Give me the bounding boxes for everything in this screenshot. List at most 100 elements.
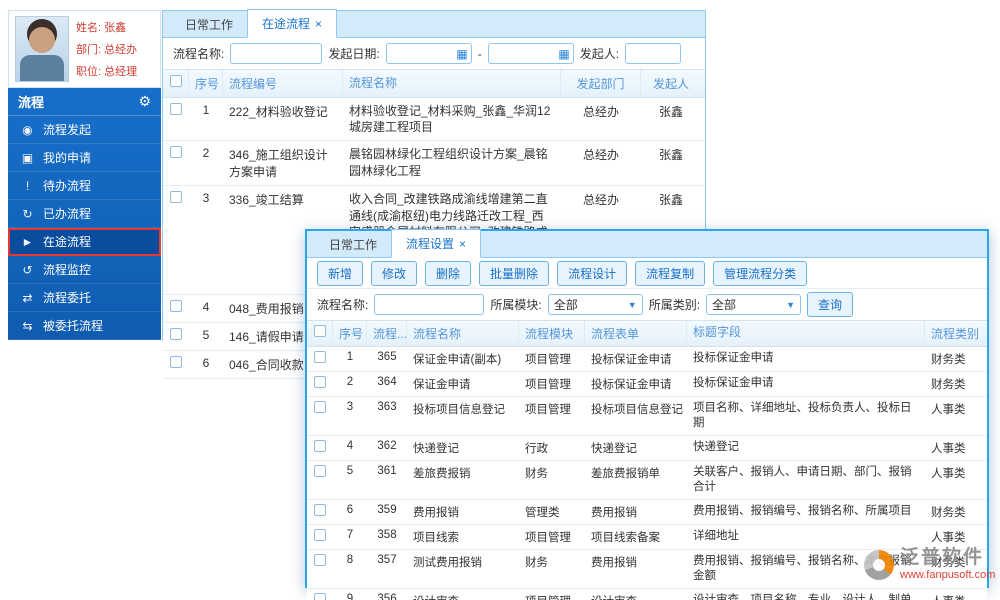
cell-title-field: 关联客户、报销人、申请日期、部门、报销合计	[693, 465, 912, 493]
toolbar-button[interactable]: 管理流程分类	[713, 260, 808, 286]
cell-form: 费用报销	[591, 556, 637, 569]
sidebar-item[interactable]: ► 在途流程	[8, 228, 161, 256]
sidebar-item[interactable]: ! 待办流程	[8, 172, 161, 200]
row-checkbox[interactable]	[314, 503, 326, 516]
toolbar-button[interactable]: 新增	[317, 260, 364, 286]
select-all-checkbox[interactable]	[169, 75, 182, 87]
cell-process-id: 356	[377, 592, 397, 600]
row-checkbox[interactable]	[170, 327, 182, 340]
row-checkbox[interactable]	[314, 592, 326, 600]
cell-name: 费用报销	[413, 506, 459, 519]
col-no: 序号	[189, 70, 223, 97]
cell-process-id: 365	[377, 351, 397, 363]
menu-item-icon: ⇆	[22, 318, 33, 333]
cell-no: 3	[346, 401, 354, 413]
window2-tabbar: 日常工作× 流程设置 ×	[307, 229, 987, 258]
row-checkbox[interactable]	[314, 528, 326, 541]
close-icon[interactable]: ×	[315, 17, 322, 31]
toolbar-button[interactable]: 批量删除	[479, 260, 550, 286]
tab-label: 日常工作	[185, 18, 234, 32]
fanpu-logo-icon	[864, 549, 894, 580]
sidebar-item[interactable]: ▣ 我的申请	[8, 144, 161, 172]
row-checkbox[interactable]	[170, 299, 182, 312]
sidebar-item[interactable]: ⇆ 被委托流程	[8, 312, 161, 340]
brand-text: 泛普软件 www.fanpusoft.com	[900, 548, 995, 581]
table-row[interactable]: 1 365 保证金申请(副本) 项目管理 投标保证金申请 投标保证金申请 财务类	[307, 347, 987, 372]
cell-no: 1	[202, 103, 210, 117]
sidebar: 姓名: 张鑫 部门: 总经办 职位: 总经理 流程 ⚙ ◉ 流程发起 ▣ 我的申…	[8, 10, 161, 340]
window2-toolbar: 新增 修改 删除 批量删除 流程设计 流程复制 管理流程分类	[307, 258, 987, 289]
cell-name: 保证金申请(副本)	[413, 354, 502, 366]
table-row[interactable]: 2 346_施工组织设计方案申请 晨铭园林绿化工程组织设计方案_晨铭园林绿化工程…	[163, 141, 705, 187]
row-checkbox[interactable]	[314, 376, 326, 388]
start-date-input[interactable]: ▦	[385, 43, 472, 64]
initiator-label: 发起人:	[579, 47, 620, 61]
row-checkbox[interactable]	[314, 553, 326, 566]
calendar-icon[interactable]: ▦	[456, 47, 467, 61]
brand-watermark: 泛普软件 www.fanpusoft.com	[864, 548, 995, 581]
select-all-checkbox[interactable]	[313, 325, 326, 337]
toolbar-button[interactable]: 流程设计	[557, 260, 628, 286]
cell-category: 人事类	[931, 467, 966, 480]
row-checkbox[interactable]	[314, 439, 326, 452]
end-date-input[interactable]: ▦	[487, 43, 574, 64]
toolbar-button[interactable]: 流程复制	[635, 260, 706, 286]
sidebar-menu: ◉ 流程发起 ▣ 我的申请 ! 待办流程 ↻ 已办流程 ► 在途流程 ↺ 流程监…	[8, 116, 161, 340]
cell-title-field: 项目名称、详细地址、投标负责人、投标日期	[693, 402, 912, 429]
window1-filterbar: 流程名称: 发起日期: ▦ - ▦ 发起人:	[163, 38, 705, 70]
sidebar-header: 流程 ⚙	[8, 88, 161, 116]
user-avatar	[15, 16, 69, 82]
tab-label: 流程设置	[406, 237, 455, 251]
toolbar-button[interactable]: 修改	[371, 260, 418, 286]
col-code: 流程编号	[223, 70, 343, 97]
row-checkbox[interactable]	[170, 355, 182, 368]
module-select[interactable]: 全部 ▼	[547, 294, 643, 315]
search-button[interactable]: 查询	[807, 292, 854, 317]
table-row[interactable]: 9 356 设计审查 项目管理 设计审查 设计审查、项目名称、专业、设计人、制单…	[307, 588, 987, 600]
process-name-label: 流程名称:	[317, 298, 369, 312]
cell-form: 投标保证金申请	[591, 379, 672, 391]
menu-item-label: 待办流程	[43, 179, 92, 193]
initiator-input[interactable]	[625, 43, 682, 64]
tab[interactable]: 流程设置 ×	[391, 229, 482, 258]
process-name-input[interactable]	[374, 294, 485, 315]
process-name-input[interactable]	[230, 43, 323, 64]
table-row[interactable]: 7 358 项目线索 项目管理 项目线索备案 详细地址 人事类	[307, 524, 987, 550]
start-date-label: 发起日期:	[328, 47, 380, 61]
table-row[interactable]: 2 364 保证金申请 项目管理 投标保证金申请 投标保证金申请 财务类	[307, 372, 987, 397]
close-icon[interactable]: ×	[459, 237, 466, 251]
table-row[interactable]: 6 359 费用报销 管理类 费用报销 费用报销、报销编号、报销名称、所属项目 …	[307, 499, 987, 525]
menu-item-label: 我的申请	[43, 151, 92, 165]
row-checkbox[interactable]	[314, 464, 326, 477]
sidebar-item[interactable]: ◉ 流程发起	[8, 116, 161, 144]
table-row[interactable]: 3 363 投标项目信息登记 项目管理 投标项目信息登记 项目名称、详细地址、投…	[307, 397, 987, 436]
row-checkbox[interactable]	[170, 146, 182, 159]
window2-filterbar: 流程名称: 所属模块: 全部 ▼ 所属类别: 全部 ▼ 查询	[307, 289, 987, 321]
row-checkbox[interactable]	[314, 401, 326, 413]
tab[interactable]: 日常工作×	[315, 231, 391, 258]
sidebar-item[interactable]: ⇄ 流程委托	[8, 284, 161, 312]
tab[interactable]: 在途流程 ×	[247, 9, 338, 38]
sidebar-item[interactable]: ↺ 流程监控	[8, 256, 161, 284]
category-select[interactable]: 全部 ▼	[706, 294, 802, 315]
toolbar-button[interactable]: 删除	[425, 260, 472, 286]
table-row[interactable]: 1 222_材料验收登记 材料验收登记_材料采购_张鑫_华润12城房建工程项目 …	[163, 98, 705, 142]
row-checkbox[interactable]	[314, 351, 326, 363]
tab[interactable]: 日常工作×	[171, 11, 247, 38]
cell-category: 人事类	[925, 589, 985, 600]
calendar-icon[interactable]: ▦	[558, 47, 569, 61]
table-row[interactable]: 4 362 快递登记 行政 快递登记 快递登记 人事类	[307, 435, 987, 461]
row-checkbox[interactable]	[170, 191, 182, 204]
brand-name: 泛普软件	[900, 547, 985, 568]
row-checkbox[interactable]	[170, 103, 182, 115]
table-row[interactable]: 5 361 差旅费报销 财务 差旅费报销单 关联客户、报销人、申请日期、部门、报…	[307, 460, 987, 500]
cell-no: 6	[346, 503, 354, 516]
window1-table-header: 序号 流程编号 流程名称 发起部门 发起人	[163, 70, 705, 98]
cell-process-id: 359	[377, 503, 397, 516]
cell-name: 保证金申请	[413, 379, 471, 391]
sidebar-item[interactable]: ↻ 已办流程	[8, 200, 161, 228]
cell-name: 测试费用报销	[413, 556, 482, 569]
cell-initiator: 张鑫	[658, 105, 683, 119]
gear-icon[interactable]: ⚙	[138, 93, 151, 110]
user-position: 职位: 总经理	[76, 66, 138, 78]
